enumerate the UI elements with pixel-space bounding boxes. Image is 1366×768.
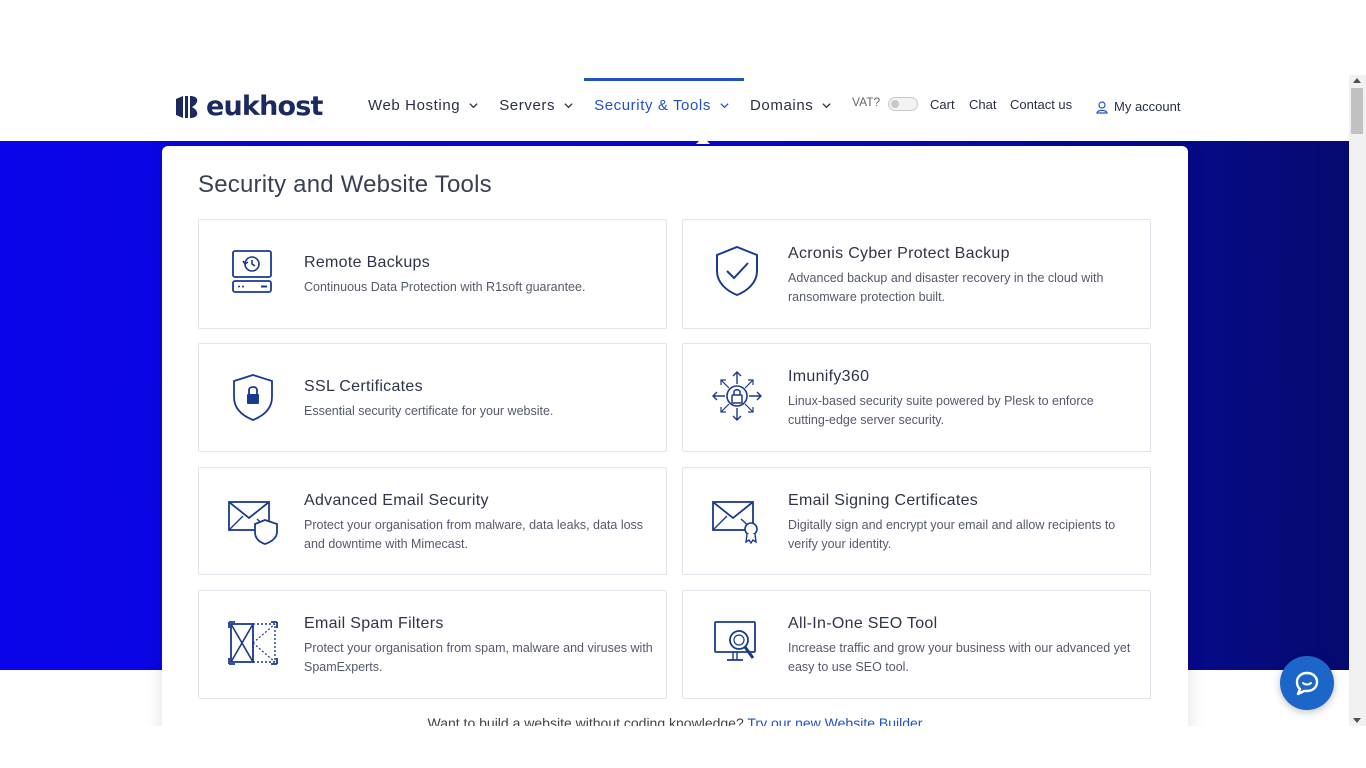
- card-title: All-In-One SEO Tool: [788, 615, 938, 632]
- card-ssl-certificates[interactable]: SSL Certificates Essential security cert…: [198, 343, 667, 452]
- card-title: Email Spam Filters: [304, 615, 444, 632]
- user-icon: [1096, 100, 1108, 114]
- nav-domains[interactable]: Domains: [750, 97, 832, 114]
- main-nav: Web Hosting Servers Security & Tools Dom…: [368, 97, 832, 114]
- scroll-down-arrow-icon[interactable]: [1353, 718, 1361, 723]
- spam-filter-icon: [228, 621, 278, 665]
- card-title: SSL Certificates: [304, 378, 423, 395]
- card-desc: Advanced backup and disaster recovery in…: [788, 271, 1104, 304]
- card-imunify360[interactable]: Imunify360 Linux-based security suite po…: [682, 343, 1151, 452]
- nav-security-tools[interactable]: Security & Tools: [594, 97, 730, 114]
- my-account-link[interactable]: My account: [1095, 99, 1180, 114]
- chevron-down-icon: [720, 103, 729, 109]
- nav-domains-label: Domains: [749, 97, 814, 114]
- nav-web-hosting[interactable]: Web Hosting: [368, 97, 479, 114]
- monitor-search-icon: [714, 621, 756, 661]
- lock-network-icon: [712, 371, 762, 421]
- website-builder-text: Want to build a website without coding k…: [427, 715, 748, 726]
- cart-link[interactable]: Cart: [930, 97, 955, 112]
- scroll-thumb[interactable]: [1351, 88, 1363, 134]
- card-title: Imunify360: [788, 368, 870, 385]
- chevron-down-icon: [469, 103, 478, 109]
- backup-drive-icon: [232, 250, 272, 293]
- chevron-down-icon: [822, 103, 831, 109]
- chat-icon: [1295, 671, 1319, 696]
- brand-logo[interactable]: eukhost: [174, 91, 323, 122]
- card-desc: Increase traffic and grow your business …: [788, 641, 1131, 674]
- card-title: Advanced Email Security: [304, 492, 489, 509]
- site-header: eukhost Web Hosting Servers Security & T…: [0, 75, 1349, 144]
- card-remote-backups[interactable]: Remote Backups Continuous Data Protectio…: [198, 219, 667, 329]
- card-title: Email Signing Certificates: [788, 492, 979, 509]
- active-nav-indicator: [584, 78, 744, 81]
- live-chat-button[interactable]: [1280, 656, 1334, 710]
- card-advanced-email-security[interactable]: Advanced Email Security Protect your org…: [198, 467, 667, 575]
- brand-name: eukhost: [206, 91, 323, 122]
- shield-lock-icon: [233, 374, 273, 421]
- card-desc: Protect your organisation from spam, mal…: [304, 641, 653, 674]
- card-desc: Digitally sign and encrypt your email an…: [788, 518, 1116, 551]
- card-title: Remote Backups: [304, 254, 431, 271]
- chat-link[interactable]: Chat: [969, 97, 996, 112]
- vat-label: VAT?: [852, 95, 881, 109]
- dropdown-pointer: [696, 137, 710, 144]
- security-tools-dropdown: Security and Website Tools Remote Backup…: [162, 146, 1188, 726]
- envelope-shield-icon: [228, 501, 278, 545]
- envelope-badge-icon: [712, 501, 758, 545]
- my-account-label: My account: [1114, 99, 1181, 114]
- card-desc: Linux-based security suite powered by Pl…: [788, 394, 1094, 427]
- card-seo-tool[interactable]: All-In-One SEO Tool Increase traffic and…: [682, 590, 1151, 699]
- nav-servers[interactable]: Servers: [499, 97, 574, 114]
- card-email-signing-certificates[interactable]: Email Signing Certificates Digitally sig…: [682, 467, 1151, 575]
- toggle-knob: [891, 100, 899, 108]
- page-viewport: eukhost Web Hosting Servers Security & T…: [0, 0, 1349, 726]
- chevron-down-icon: [564, 103, 573, 109]
- contact-link[interactable]: Contact us: [1010, 97, 1072, 112]
- nav-web-hosting-label: Web Hosting: [368, 97, 461, 114]
- page-scrollbar[interactable]: [1349, 75, 1366, 726]
- nav-servers-label: Servers: [499, 97, 556, 114]
- vat-toggle[interactable]: [888, 97, 918, 111]
- dropdown-title: Security and Website Tools: [198, 171, 492, 198]
- card-email-spam-filters[interactable]: Email Spam Filters Protect your organisa…: [198, 590, 667, 699]
- eukhost-logo-icon: [176, 95, 198, 118]
- card-desc: Continuous Data Protection with R1soft g…: [304, 280, 586, 294]
- scroll-up-arrow-icon[interactable]: [1353, 78, 1361, 83]
- website-builder-note: Want to build a website without coding k…: [162, 715, 1188, 726]
- nav-security-tools-label: Security & Tools: [594, 97, 711, 114]
- card-desc: Essential security certificate for your …: [304, 404, 554, 418]
- card-acronis[interactable]: Acronis Cyber Protect Backup Advanced ba…: [682, 219, 1151, 329]
- shield-check-icon: [716, 245, 758, 297]
- card-desc: Protect your organisation from malware, …: [304, 518, 644, 551]
- card-title: Acronis Cyber Protect Backup: [788, 245, 1010, 262]
- website-builder-link[interactable]: Try our new Website Builder: [747, 715, 922, 726]
